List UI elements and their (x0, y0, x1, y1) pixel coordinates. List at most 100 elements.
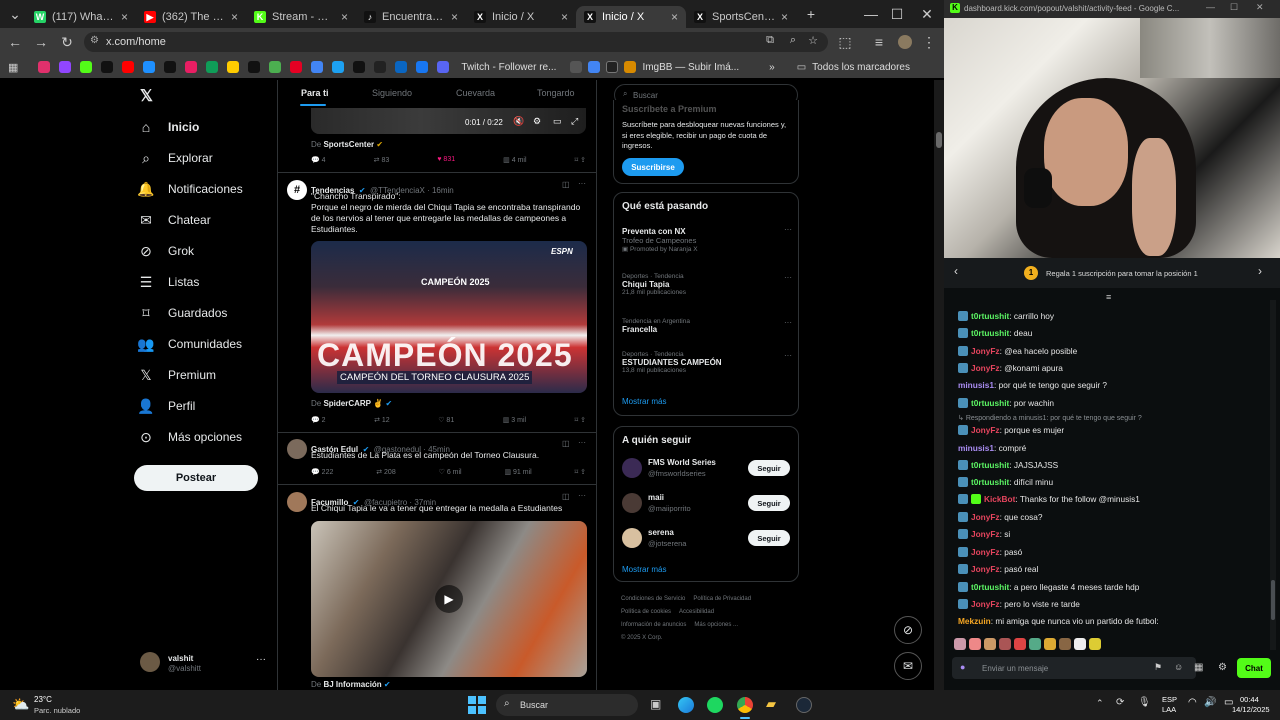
bookmark-icon[interactable] (122, 61, 135, 73)
minimize-button[interactable]: — (860, 3, 882, 25)
chat-message[interactable]: JonyFz: que cosa? (958, 512, 1043, 522)
tab-para-ti[interactable]: Para ti (301, 88, 329, 98)
chevron-left-icon[interactable]: ‹ (954, 264, 958, 278)
chat-message[interactable]: t0rtuushit: por wachin (958, 398, 1054, 408)
nav-item-more[interactable]: ⊙ Más opciones (138, 429, 242, 445)
bookmark-icon[interactable] (248, 61, 261, 73)
mute-icon[interactable]: 🔇 (513, 116, 524, 127)
chat-username[interactable]: Mekzuin (958, 616, 991, 626)
chat-username[interactable]: minusis1 (958, 380, 994, 390)
footer-link[interactable]: © 2025 X Corp. (621, 635, 662, 641)
footer-link[interactable]: Política de Privacidad (693, 596, 751, 602)
via-name[interactable]: SpiderCARP (323, 399, 371, 408)
address-bar[interactable]: ⚙ x.com/home ⧉ ⌕ ☆ (84, 32, 828, 52)
footer-link[interactable]: Más opciones ... (694, 622, 738, 628)
nav-item-bookmarks[interactable]: ⌑ Guardados (138, 305, 227, 321)
bookmark-icon[interactable] (353, 61, 366, 73)
more-dots-icon[interactable]: ··· (578, 491, 586, 500)
chat-send-button[interactable]: Chat (1237, 658, 1271, 678)
chat-message[interactable]: t0rtuushit: difícil minu (958, 477, 1053, 487)
more-dots-icon[interactable]: ··· (784, 273, 792, 282)
forward-icon[interactable]: → (30, 31, 52, 53)
fullscreen-icon[interactable]: ⤢ (571, 116, 578, 127)
chat-message[interactable]: JonyFz: @konami apura (958, 363, 1063, 373)
bookmark-icon[interactable] (416, 61, 429, 73)
scroll-thumb[interactable] (936, 132, 942, 148)
browser-tab[interactable]: ♪ Encuentra 'estud × (356, 6, 466, 28)
chat-username[interactable]: t0rtuushit (971, 582, 1009, 592)
avatar[interactable] (287, 492, 307, 512)
site-info-icon[interactable]: ⚙ (90, 35, 99, 46)
follow-name[interactable]: maii (648, 493, 664, 502)
chevron-right-icon[interactable]: » (769, 62, 775, 73)
chat-message[interactable]: JonyFz: porque es mujer (958, 425, 1064, 435)
bookmark-icon[interactable] (101, 61, 114, 73)
settings-icon[interactable]: ⚙ (1218, 662, 1227, 673)
nav-item-lists[interactable]: ☰ Listas (138, 274, 200, 290)
pip-icon[interactable]: ▭ (553, 116, 562, 127)
tweet-image[interactable]: ESPN CAMPEÓN 2025 CAMPEÓN 2025 CAMPEÓN D… (311, 241, 587, 393)
bookmark-icon[interactable] (185, 61, 198, 73)
grok-icon[interactable]: ◫ (562, 439, 570, 448)
repost-button[interactable]: ⇄ 83 (374, 156, 390, 164)
close-window-button[interactable]: ✕ (1256, 2, 1264, 13)
chat-username[interactable]: t0rtuushit (971, 328, 1009, 338)
media-icon[interactable]: ≡ (868, 31, 890, 53)
bookmark-icon[interactable] (311, 61, 324, 73)
chat-username[interactable]: JonyFz (971, 363, 1000, 373)
reply-button[interactable]: 💬 4 (311, 156, 326, 164)
bookmark-icon[interactable] (624, 61, 637, 73)
tab-close-icon[interactable]: × (671, 10, 678, 24)
reply-button[interactable]: 💬 2 (311, 416, 326, 424)
chat-message[interactable]: t0rtuushit: carrillo hoy (958, 311, 1054, 321)
trend-item[interactable]: Deportes · Tendencia ESTUDIANTES CAMPEÓN… (622, 351, 792, 383)
emoji-icon[interactable]: ☺ (1174, 662, 1183, 672)
avatar[interactable] (622, 458, 642, 478)
bookmark-icon[interactable] (143, 61, 156, 73)
store-icon[interactable]: ▦ (1194, 662, 1203, 673)
install-icon[interactable]: ⧉ (766, 34, 774, 47)
sub-banner-text[interactable]: Regala 1 suscripción para tomar la posic… (1046, 269, 1198, 278)
follow-name[interactable]: FMS World Series (648, 458, 716, 467)
more-dots-icon[interactable]: ··· (784, 318, 792, 327)
tab-close-icon[interactable]: × (561, 10, 568, 24)
browser-tab[interactable]: W (117) WhatsApp × (26, 6, 136, 28)
chat-message[interactable]: JonyFz: pero lo viste re tarde (958, 599, 1080, 609)
follow-button[interactable]: Seguir (748, 460, 790, 476)
video-player[interactable]: 0:01 / 0:22 🔇 ⚙ ▭ ⤢ (311, 108, 586, 134)
tab-close-icon[interactable]: × (341, 10, 348, 24)
pinned-expand-icon[interactable]: ≡ (1106, 292, 1111, 302)
grok-icon[interactable]: ◫ (562, 492, 570, 501)
footer-link[interactable]: Información de anuncios (621, 622, 686, 628)
tab-tongardo[interactable]: Tongardo (537, 88, 575, 98)
chat-message[interactable]: JonyFz: pasó (958, 547, 1022, 557)
grok-float-icon[interactable]: ⊘ (894, 616, 922, 644)
start-button-icon[interactable] (468, 696, 486, 714)
chat-username[interactable]: t0rtuushit (971, 460, 1009, 470)
reload-icon[interactable]: ↻ (56, 31, 78, 53)
tray-app-icon[interactable]: ⟳ (1116, 697, 1124, 708)
chat-message[interactable]: t0rtuushit: JAJSJAJSS (958, 460, 1058, 470)
chat-username[interactable]: JonyFz (971, 425, 1000, 435)
bookmark-button[interactable]: ⌑ ⇪ (575, 156, 586, 164)
views-button[interactable]: ▥ 3 mil (503, 416, 526, 424)
nav-item-explore[interactable]: ⌕ Explorar (138, 150, 213, 166)
mic-icon[interactable]: ● (960, 662, 965, 672)
reply-button[interactable]: 💬 222 (311, 468, 333, 476)
nav-item-premium[interactable]: 𝕏 Premium (138, 367, 216, 383)
chat-message[interactable]: JonyFz: @ea hacelo posible (958, 346, 1077, 356)
chat-username[interactable]: minusis1 (958, 443, 994, 453)
chat-message[interactable]: KickBot: Thanks for the follow @minusis1 (958, 494, 1140, 504)
like-button[interactable]: ♡ 6 mil (439, 468, 462, 476)
bookmark-icon[interactable] (570, 61, 583, 73)
maximize-button[interactable]: ☐ (886, 3, 908, 25)
browser-tab[interactable]: X SportsCenter en × (686, 6, 796, 28)
via-name[interactable]: BJ Información (323, 680, 381, 689)
chat-message[interactable]: JonyFz: pasó real (958, 564, 1038, 574)
chat-username[interactable]: JonyFz (971, 346, 1000, 356)
account-switcher[interactable]: valshit @valshitt ··· (140, 650, 270, 678)
browser-tab[interactable]: ▶ (362) The Party Ba × (136, 6, 246, 28)
more-dots-icon[interactable]: ··· (784, 351, 792, 360)
views-button[interactable]: ▥ 91 mil (504, 468, 531, 476)
chat-username[interactable]: t0rtuushit (971, 398, 1009, 408)
